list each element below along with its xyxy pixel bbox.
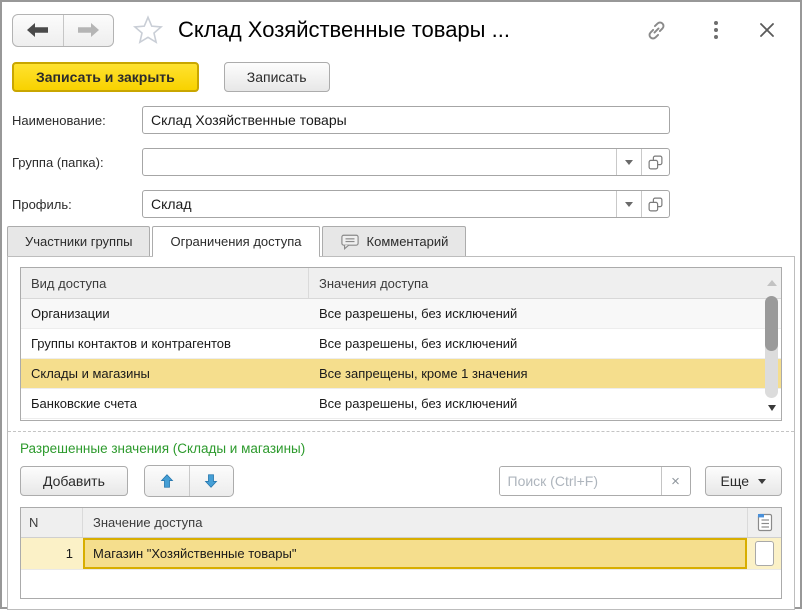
scrollbar-thumb[interactable] xyxy=(765,296,778,351)
profile-input[interactable] xyxy=(143,191,616,217)
profile-field-label: Профиль: xyxy=(12,197,142,212)
table-row[interactable]: Банковские счета Все разрешены, без искл… xyxy=(21,389,781,419)
back-icon xyxy=(27,22,49,38)
profile-field xyxy=(142,190,670,218)
tab-strip: Участники группы Ограничения доступа Ком… xyxy=(7,226,800,256)
profile-dropdown-button[interactable] xyxy=(616,191,641,217)
column-header-access-kind[interactable]: Вид доступа xyxy=(21,268,309,298)
tab-access-restrictions[interactable]: Ограничения доступа xyxy=(152,226,319,256)
more-menu-icon xyxy=(714,21,718,25)
group-input[interactable] xyxy=(143,149,616,175)
move-up-icon xyxy=(157,471,177,491)
comment-icon xyxy=(340,233,360,251)
search-input[interactable] xyxy=(500,467,661,495)
move-up-button[interactable] xyxy=(145,466,189,496)
add-button[interactable]: Добавить xyxy=(20,466,128,496)
table-row-selected[interactable]: Склады и магазины Все запрещены, кроме 1… xyxy=(21,359,781,389)
search-field: × xyxy=(499,466,691,496)
save-and-close-button[interactable]: Записать и закрыть xyxy=(12,62,199,92)
move-buttons-group xyxy=(144,465,234,497)
tab-label: Участники группы xyxy=(25,234,132,249)
table-row[interactable]: Организации Все разрешены, без исключени… xyxy=(21,299,781,329)
group-field-row: Группа (папка): xyxy=(12,148,800,176)
form: Наименование: Группа (папка): Профиль: xyxy=(2,106,800,218)
allowed-values-toolbar: Добавить × Еще xyxy=(20,465,782,497)
group-dropdown-button[interactable] xyxy=(616,149,641,175)
list-settings-button[interactable] xyxy=(747,508,781,537)
more-menu-button[interactable] xyxy=(714,21,718,39)
dropdown-arrow-icon xyxy=(758,479,766,484)
access-kinds-table: Вид доступа Значения доступа Организации… xyxy=(20,267,782,421)
scroll-down-icon[interactable] xyxy=(768,405,776,411)
dropdown-arrow-icon xyxy=(625,160,633,165)
row-number: 1 xyxy=(21,538,83,569)
access-table-header: Вид доступа Значения доступа xyxy=(21,268,781,299)
profile-open-button[interactable] xyxy=(641,191,669,217)
column-header-n[interactable]: N xyxy=(21,508,83,537)
name-field-label: Наименование: xyxy=(12,113,142,128)
scrollbar-track[interactable] xyxy=(765,296,778,398)
access-restrictions-panel: Вид доступа Значения доступа Организации… xyxy=(7,256,795,610)
row-checkbox[interactable] xyxy=(755,541,774,566)
open-picker-icon xyxy=(647,196,664,213)
section-splitter[interactable] xyxy=(8,431,794,432)
scroll-up-icon[interactable] xyxy=(767,280,777,286)
column-header-value[interactable]: Значение доступа xyxy=(83,515,747,530)
favorite-star-icon[interactable] xyxy=(132,14,164,46)
close-button[interactable] xyxy=(758,21,776,39)
column-header-access-values[interactable]: Значения доступа xyxy=(309,276,781,291)
vertical-scrollbar[interactable] xyxy=(763,269,780,419)
save-button[interactable]: Записать xyxy=(224,62,330,92)
name-input[interactable] xyxy=(143,107,669,133)
clear-search-button[interactable]: × xyxy=(661,467,690,495)
nav-history-group xyxy=(12,14,114,47)
tab-group-members[interactable]: Участники группы xyxy=(7,226,150,256)
title-bar: Склад Хозяйственные товары ... xyxy=(2,2,800,58)
profile-field-row: Профиль: xyxy=(12,190,800,218)
tab-label: Ограничения доступа xyxy=(170,234,301,249)
access-value-cell[interactable]: Магазин "Хозяйственные товары" xyxy=(83,538,747,569)
window-title: Склад Хозяйственные товары ... xyxy=(178,17,510,43)
allowed-values-heading: Разрешенные значения (Склады и магазины) xyxy=(20,441,782,456)
back-button[interactable] xyxy=(13,15,63,46)
allowed-values-header: N Значение доступа xyxy=(21,508,781,538)
table-row-selected[interactable]: 1 Магазин "Хозяйственные товары" xyxy=(21,538,781,570)
link-icon xyxy=(643,17,670,44)
list-settings-icon xyxy=(757,513,773,532)
more-actions-button[interactable]: Еще xyxy=(705,466,783,496)
table-row[interactable]: Группы контактов и контрагентов Все разр… xyxy=(21,329,781,359)
close-icon xyxy=(758,21,776,39)
clear-search-icon: × xyxy=(671,473,680,490)
tab-label: Комментарий xyxy=(367,234,449,249)
move-down-icon xyxy=(201,471,221,491)
command-bar: Записать и закрыть Записать xyxy=(2,58,800,100)
name-field-row: Наименование: xyxy=(12,106,800,134)
tab-comment[interactable]: Комментарий xyxy=(322,226,467,256)
move-down-button[interactable] xyxy=(189,466,233,496)
group-field-label: Группа (папка): xyxy=(12,155,142,170)
get-link-button[interactable] xyxy=(643,17,670,44)
group-field xyxy=(142,148,670,176)
dropdown-arrow-icon xyxy=(625,202,633,207)
allowed-values-table: N Значение доступа 1 Магазин "Хозяйствен… xyxy=(20,507,782,599)
open-picker-icon xyxy=(647,154,664,171)
empty-table-area xyxy=(21,570,781,598)
name-field xyxy=(142,106,670,134)
forward-button[interactable] xyxy=(63,15,114,46)
group-open-button[interactable] xyxy=(641,149,669,175)
forward-icon xyxy=(77,22,99,38)
